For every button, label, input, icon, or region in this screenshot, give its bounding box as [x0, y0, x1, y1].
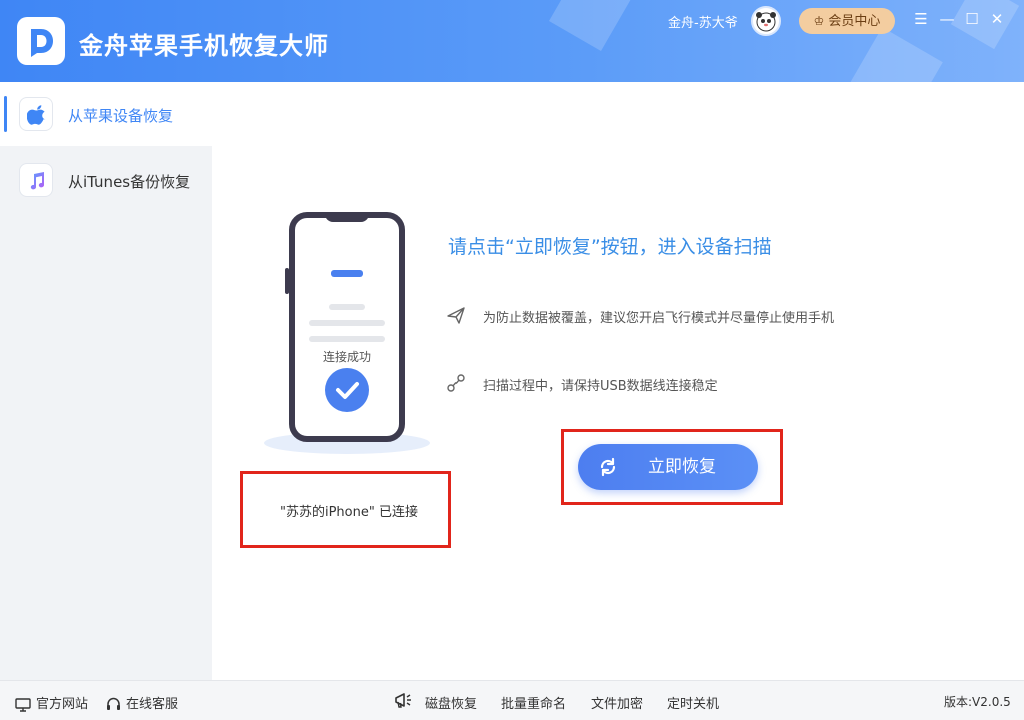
headset-icon [107, 697, 120, 710]
restore-now-button[interactable]: 立即恢复 [578, 444, 758, 490]
tip-text: 为防止数据被覆盖，建议您开启飞行模式并尽量停止使用手机 [483, 311, 835, 326]
music-note-icon [30, 172, 45, 190]
footer-link-label: 在线客服 [126, 697, 179, 712]
main-content: 连接成功 "苏苏的iPhone" 已连接 请点击“立即恢复”按钮，进入设备扫描 … [212, 82, 1024, 680]
tool-disk-recovery[interactable]: 磁盘恢复 [425, 693, 477, 712]
check-icon [325, 368, 369, 412]
tip-text: 扫描过程中，请保持USB数据线连接稳定 [483, 379, 718, 394]
placeholder-bar [331, 270, 363, 277]
header-decoration [847, 27, 943, 82]
sidebar: 从苹果设备恢复 从iTunes备份恢复 [0, 82, 212, 680]
hint-title: 请点击“立即恢复”按钮，进入设备扫描 [448, 236, 772, 258]
placeholder-bar [309, 320, 385, 326]
music-icon-tile [19, 163, 53, 197]
usb-cable-icon [447, 374, 465, 392]
refresh-icon [600, 457, 616, 477]
placeholder-bar [329, 304, 365, 310]
online-service-link[interactable]: 在线客服 [106, 693, 178, 712]
version-label: 版本:V2.0.5 [944, 695, 1011, 709]
phone-notch [325, 212, 369, 222]
phone-side-button [285, 268, 289, 294]
megaphone-icon [393, 690, 415, 714]
tool-scheduled-shutdown[interactable]: 定时关机 [667, 693, 719, 712]
panda-avatar-icon [756, 12, 776, 32]
app-title: 金舟苹果手机恢复大师 [79, 32, 329, 60]
device-connected-text: "苏苏的iPhone" 已连接 [280, 505, 418, 520]
tool-file-encrypt[interactable]: 文件加密 [591, 693, 643, 712]
app-logo [17, 17, 65, 65]
maximize-icon[interactable]: ☐ [963, 10, 981, 28]
apple-icon-tile [19, 97, 53, 131]
header-decoration [950, 0, 1020, 50]
title-bar: 金舟苹果手机恢复大师 金舟-苏大爷 ♔ 会员中心 ☰ — ☐ ✕ [0, 0, 1024, 82]
app-logo-icon [31, 29, 53, 57]
phone-illustration: 连接成功 [285, 212, 405, 442]
restore-now-label: 立即恢复 [648, 457, 716, 477]
sidebar-item-label: 从iTunes备份恢复 [68, 173, 191, 191]
user-name[interactable]: 金舟-苏大爷 [668, 12, 738, 31]
menu-icon[interactable]: ☰ [912, 10, 930, 28]
placeholder-bar [309, 336, 385, 342]
footer: 官方网站 在线客服 磁盘恢复 批量重命名 文件加密 定时关机 版本:V2.0.5 [0, 680, 1024, 720]
sidebar-item-itunes-recovery[interactable]: 从iTunes备份恢复 [0, 148, 212, 212]
vip-center-button[interactable]: ♔ 会员中心 [799, 8, 895, 34]
sidebar-item-device-recovery[interactable]: 从苹果设备恢复 [0, 82, 212, 146]
minimize-icon[interactable]: — [938, 10, 956, 28]
active-indicator [4, 96, 7, 132]
official-website-link[interactable]: 官方网站 [15, 693, 88, 712]
sidebar-item-label: 从苹果设备恢复 [68, 107, 174, 125]
tool-batch-rename[interactable]: 批量重命名 [501, 693, 566, 712]
header-decoration [549, 0, 631, 51]
avatar[interactable] [751, 6, 781, 36]
monitor-icon [15, 697, 31, 712]
close-icon[interactable]: ✕ [988, 10, 1006, 28]
connection-status: 连接成功 [322, 350, 371, 364]
vip-center-label: 会员中心 [828, 14, 881, 29]
footer-link-label: 官方网站 [36, 697, 89, 712]
crown-icon: ♔ [813, 14, 825, 28]
apple-icon [27, 105, 46, 125]
airplane-icon [447, 307, 465, 324]
